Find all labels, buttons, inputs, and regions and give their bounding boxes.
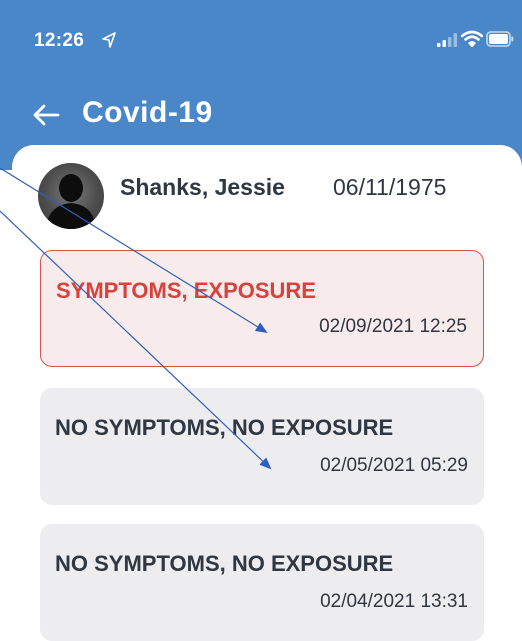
page-title: Covid-19 <box>82 96 213 129</box>
screening-card[interactable]: SYMPTOMS, EXPOSURE 02/09/2021 12:25 <box>40 250 484 367</box>
back-arrow-icon[interactable] <box>32 104 60 126</box>
screening-status: SYMPTOMS, EXPOSURE <box>56 278 316 303</box>
status-bar: 12:26 <box>0 0 522 70</box>
screening-card[interactable]: NO SYMPTOMS, NO EXPOSURE 02/04/2021 13:3… <box>40 524 484 641</box>
screening-status: NO SYMPTOMS, NO EXPOSURE <box>55 415 394 440</box>
patient-name: Shanks, Jessie <box>120 174 285 200</box>
battery-icon <box>486 31 514 47</box>
person-silhouette-icon <box>46 174 96 229</box>
patient-dob: 06/11/1975 <box>333 174 447 200</box>
screening-card[interactable]: NO SYMPTOMS, NO EXPOSURE 02/05/2021 05:2… <box>40 388 484 505</box>
screening-status: NO SYMPTOMS, NO EXPOSURE <box>55 551 394 576</box>
status-time: 12:26 <box>34 30 85 51</box>
cellular-signal-icon <box>437 33 457 47</box>
screening-datetime: 02/04/2021 13:31 <box>320 591 468 612</box>
wifi-icon <box>461 30 483 48</box>
location-arrow-icon <box>102 32 116 48</box>
patient-avatar <box>38 163 104 229</box>
screening-datetime: 02/05/2021 05:29 <box>320 455 468 476</box>
screening-datetime: 02/09/2021 12:25 <box>319 316 467 337</box>
